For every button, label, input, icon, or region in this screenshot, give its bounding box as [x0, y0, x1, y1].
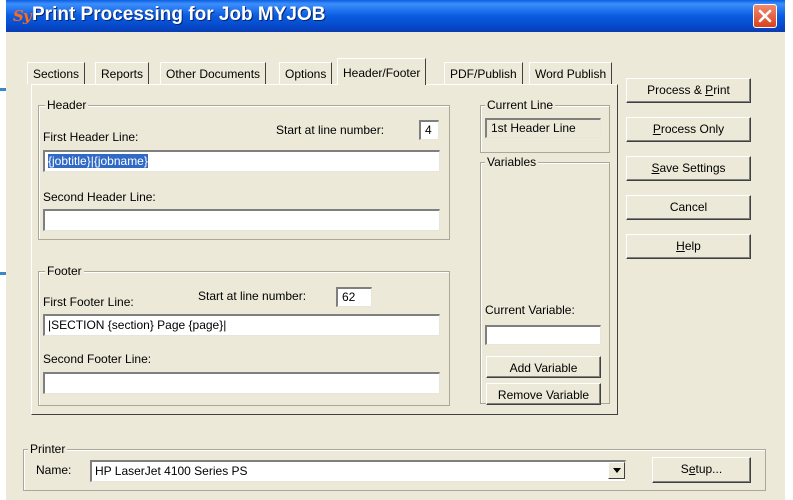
variables-legend: Variables: [485, 155, 539, 169]
header-start-line-input[interactable]: 4: [419, 120, 439, 140]
remove-variable-button[interactable]: Remove Variable: [486, 383, 601, 405]
add-variable-button[interactable]: Add Variable: [486, 356, 601, 378]
header-legend: Header: [45, 98, 89, 112]
header-group: Header First Header Line: Start at line …: [38, 98, 450, 240]
tab-header-footer[interactable]: Header/Footer: [337, 58, 427, 85]
close-icon: [758, 9, 772, 23]
footer-start-line-input[interactable]: 62: [336, 287, 372, 307]
dialog-window: Sy Print Processing for Job MYJOB Sectio…: [6, 0, 785, 500]
tab-sections[interactable]: Sections: [27, 62, 86, 84]
title-bar[interactable]: Sy Print Processing for Job MYJOB: [6, 0, 785, 32]
tab-reports[interactable]: Reports: [95, 62, 150, 84]
header-start-line-label: Start at line number:: [276, 123, 385, 137]
first-footer-line-label: First Footer Line:: [43, 295, 134, 309]
second-footer-line-label: Second Footer Line:: [43, 352, 152, 366]
tab-pdf-publish[interactable]: PDF/Publish: [444, 62, 523, 84]
printer-name-label: Name:: [36, 463, 72, 477]
app-logo-icon: Sy: [13, 7, 32, 25]
printer-dropdown-button[interactable]: [608, 462, 625, 479]
footer-group: Footer First Footer Line: Start at line …: [38, 264, 450, 406]
footer-legend: Footer: [45, 264, 84, 278]
current-variable-input[interactable]: [485, 325, 601, 345]
printer-group: Printer Name: HP LaserJet 4100 Series PS…: [23, 442, 766, 491]
second-header-line-label: Second Header Line:: [43, 190, 156, 204]
variables-group: Variables Current Variable: Add Variable…: [480, 155, 610, 405]
tab-word-publish[interactable]: Word Publish: [529, 62, 613, 84]
close-button[interactable]: [753, 4, 777, 28]
footer-start-line-label: Start at line number:: [198, 289, 307, 303]
printer-legend: Printer: [28, 442, 68, 456]
window-title: Print Processing for Job MYJOB: [32, 4, 326, 25]
second-footer-line-input[interactable]: [43, 372, 440, 394]
first-header-line-selection: {jobtitle}|{jobname}: [48, 154, 148, 168]
save-settings-button[interactable]: Save Settings: [626, 156, 751, 181]
current-line-group: Current Line 1st Header Line: [480, 98, 610, 153]
printer-name-select[interactable]: HP LaserJet 4100 Series PS: [90, 460, 626, 482]
header-footer-panel: Header First Header Line: Start at line …: [31, 84, 618, 415]
current-line-legend: Current Line: [485, 98, 556, 112]
second-header-line-input[interactable]: [43, 209, 440, 231]
help-button[interactable]: Help: [626, 234, 751, 259]
process-print-button[interactable]: Process & Print: [626, 78, 751, 103]
current-variable-label: Current Variable:: [485, 303, 575, 317]
tab-options[interactable]: Options: [279, 62, 333, 84]
cancel-button[interactable]: Cancel: [626, 195, 751, 220]
first-header-line-input[interactable]: {jobtitle}|{jobname}: [43, 150, 440, 172]
tab-other-documents[interactable]: Other Documents: [160, 62, 267, 84]
first-footer-line-input[interactable]: |SECTION {section} Page {page}|: [43, 314, 440, 336]
first-header-line-label: First Header Line:: [43, 130, 139, 144]
process-only-button[interactable]: Process Only: [626, 117, 751, 142]
setup-button[interactable]: Setup...: [652, 457, 751, 483]
chevron-down-icon: [612, 468, 621, 473]
current-line-display: 1st Header Line: [485, 118, 601, 138]
